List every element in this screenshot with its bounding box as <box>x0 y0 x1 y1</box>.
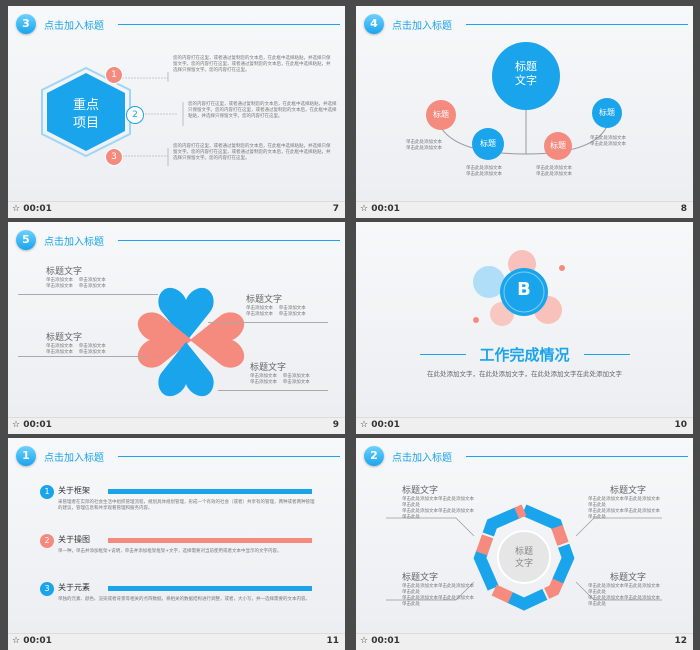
note-top-left: 单击此处添加文本单击此处添加文本单击此处 单击此处添加文本单击此处添加文本单击此处 <box>402 497 474 520</box>
slide-timing: ☆ 00:01 <box>12 204 52 214</box>
text-block-2: 您的内容打在这里，或者通过复制您的文本后，在此框中选择粘贴，并选择只保留文字。您… <box>188 102 337 119</box>
block-line-2 <box>208 322 328 323</box>
slide-11-thumbnail[interactable]: 1 点击加入标题 1 关于框架 采管理者在实际的社会生活中组织管理流程，规划具体… <box>8 438 345 650</box>
slide-footer: ☆ 00:01 8 <box>356 201 693 218</box>
header-line <box>118 456 340 457</box>
slide-timing: ☆ 00:01 <box>360 420 400 430</box>
center-title: 重点 项目 <box>72 98 99 131</box>
slide-canvas: 1 点击加入标题 1 关于框架 采管理者在实际的社会生活中组织管理流程，规划具体… <box>8 438 345 634</box>
slide-footer: ☆ 00:01 11 <box>8 633 345 650</box>
marker-2: 2 <box>126 106 144 124</box>
label-bottom-left: 标题文字 <box>402 573 439 583</box>
bubbles-graphic <box>473 250 565 326</box>
slide-8-thumbnail[interactable]: 4 点击加入标题 标题 文字 标题 标题 标题 标题 单击此处添加文本 单击此处添加… <box>356 6 693 218</box>
item-1-marker: 1 <box>40 485 54 499</box>
item-3-title: 关于元素 <box>58 583 90 592</box>
slide-9-thumbnail[interactable]: 5 点击加入标题 标题文字 单击添加文本 单击添加文本 单击添加文本 单击添加文本… <box>8 222 345 434</box>
label-top-right: 标题文字 <box>610 486 647 496</box>
note-bottom-left: 单击此处添加文本单击此处添加文本单击此处 单击此处添加文本单击此处添加文本单击此处 <box>402 584 474 607</box>
title-line-right <box>584 354 630 355</box>
slide-number: 12 <box>674 636 687 646</box>
slide-10-thumbnail[interactable]: B 工作完成情况 在此处添加文字，在此处添加文字，在此处添加文字在此处添加文字 … <box>356 222 693 434</box>
label-top-left: 标题文字 <box>402 486 439 496</box>
item-2-text: 单一种，单击并添加框架+说明，单击并添加框架框架+文字，选择需要对当前使用或者文… <box>58 549 282 554</box>
note-mid-right: 单击此处添加文本 单击此处添加文本 <box>536 166 572 177</box>
center-title: 标题 文字 <box>514 547 533 569</box>
item-2-bar <box>108 538 312 543</box>
block-title-2: 标题文字 <box>246 295 283 305</box>
slide-7-thumbnail[interactable]: 3 点击加入标题 重点 项目 1 2 3 您的内容打在这里，或者通过复制您的文本后… <box>8 6 345 218</box>
slide-canvas: 3 点击加入标题 重点 项目 1 2 3 您的内容打在这里，或者通过复制您的文本后… <box>8 6 345 202</box>
slide-number: 10 <box>674 420 687 430</box>
title-line-left <box>420 354 466 355</box>
block-title-3: 标题文字 <box>46 333 83 343</box>
center-letter: B <box>517 279 531 300</box>
item-3-bar <box>108 586 312 591</box>
section-number-badge: 1 <box>16 446 36 466</box>
note-left: 单击此处添加文本 单击此处添加文本 <box>406 140 442 151</box>
slide-timing: ☆ 00:01 <box>360 636 400 646</box>
slide-timing: ☆ 00:01 <box>360 204 400 214</box>
header-title: 点击加入标题 <box>44 453 104 464</box>
slide-timing: ☆ 00:01 <box>12 420 52 430</box>
block-line-1 <box>18 294 158 295</box>
heart-clover-graphic <box>137 287 245 397</box>
block-line-4 <box>218 390 328 391</box>
block-note-3: 单击添加文本 单击添加文本 单击添加文本 单击添加文本 <box>46 344 106 355</box>
slide-number: 7 <box>332 204 339 214</box>
label-bottom-right: 标题文字 <box>610 573 647 583</box>
slide-canvas: B 工作完成情况 在此处添加文字，在此处添加文字，在此处添加文字在此处添加文字 <box>356 222 693 418</box>
slide-canvas: 2 点击加入标题 标题 文字 标题文字 单击此处添加文本单击此处添加文本单击此处单… <box>356 438 693 634</box>
block-title-1: 标题文字 <box>46 267 83 277</box>
item-2-marker: 2 <box>40 534 54 548</box>
item-3-marker: 3 <box>40 582 54 596</box>
slide-subtitle: 在此处添加文字，在此处添加文字，在此处添加文字在此处添加文字 <box>427 370 622 378</box>
item-2-title: 关于操图 <box>58 535 90 544</box>
block-note-4: 单击添加文本 单击添加文本 单击添加文本 单击添加文本 <box>250 374 310 385</box>
text-block-3: 您的内容打在这里，或者通过复制您的文本后，在此框中选择粘贴，并选择只保留文字。您… <box>173 144 331 161</box>
slide-footer: ☆ 00:01 10 <box>356 417 693 434</box>
bubble-right-blue: 标题 <box>592 98 622 128</box>
block-note-1: 单击添加文本 单击添加文本 单击添加文本 单击添加文本 <box>46 278 106 289</box>
marker-3: 3 <box>105 148 123 166</box>
slide-number: 8 <box>680 204 687 214</box>
slide-12-thumbnail[interactable]: 2 点击加入标题 标题 文字 标题文字 单击此处添加文本单击此处添加文本单击此处单… <box>356 438 693 650</box>
slide-timing: ☆ 00:01 <box>12 636 52 646</box>
item-1-bar <box>108 489 312 494</box>
bubble-left-pink: 标题 <box>426 100 456 130</box>
bubble-mid-blue: 标题 <box>472 128 504 160</box>
block-line-3 <box>18 356 148 357</box>
slide-number: 9 <box>332 420 339 430</box>
slide-canvas: 5 点击加入标题 标题文字 单击添加文本 单击添加文本 单击添加文本 单击添加文本… <box>8 222 345 418</box>
slide-footer: ☆ 00:01 12 <box>356 633 693 650</box>
slide-canvas: 4 点击加入标题 标题 文字 标题 标题 标题 标题 单击此处添加文本 单击此处添加… <box>356 6 693 202</box>
note-right: 单击此处添加文本 单击此处添加文本 <box>590 136 626 147</box>
slide-title: 工作完成情况 <box>479 346 570 364</box>
block-note-2: 单击添加文本 单击添加文本 单击添加文本 单击添加文本 <box>246 306 306 317</box>
big-bubble: 标题 文字 <box>492 42 560 110</box>
slide-footer: ☆ 00:01 7 <box>8 201 345 218</box>
marker-1: 1 <box>105 66 123 84</box>
slide-footer: ☆ 00:01 9 <box>8 417 345 434</box>
block-title-4: 标题文字 <box>250 363 287 373</box>
slide-number: 11 <box>326 636 339 646</box>
item-1-text: 采管理者在实际的社会生活中组织管理流程，规划具体规划管理，形成一个有效的社会（或… <box>58 500 315 511</box>
note-mid-left: 单击此处添加文本 单击此处添加文本 <box>466 166 502 177</box>
text-block-1: 您的内容打在这里，或者通过复制您的文本后，在此框中选择粘贴，并选择只保留文字。您… <box>173 56 331 73</box>
note-bottom-right: 单击此处添加文本单击此处添加文本单击此处 单击此处添加文本单击此处添加文本单击此处 <box>588 584 660 607</box>
item-3-text: 单独的元素、颜色、渲染或者背景等相关的点阵数据，将相关的数据结构进行调整，或者，… <box>58 597 310 602</box>
bubble-mid-pink: 标题 <box>544 132 572 160</box>
item-1-title: 关于框架 <box>58 486 90 495</box>
note-top-right: 单击此处添加文本单击此处添加文本单击此处 单击此处添加文本单击此处添加文本单击此处 <box>588 497 660 520</box>
